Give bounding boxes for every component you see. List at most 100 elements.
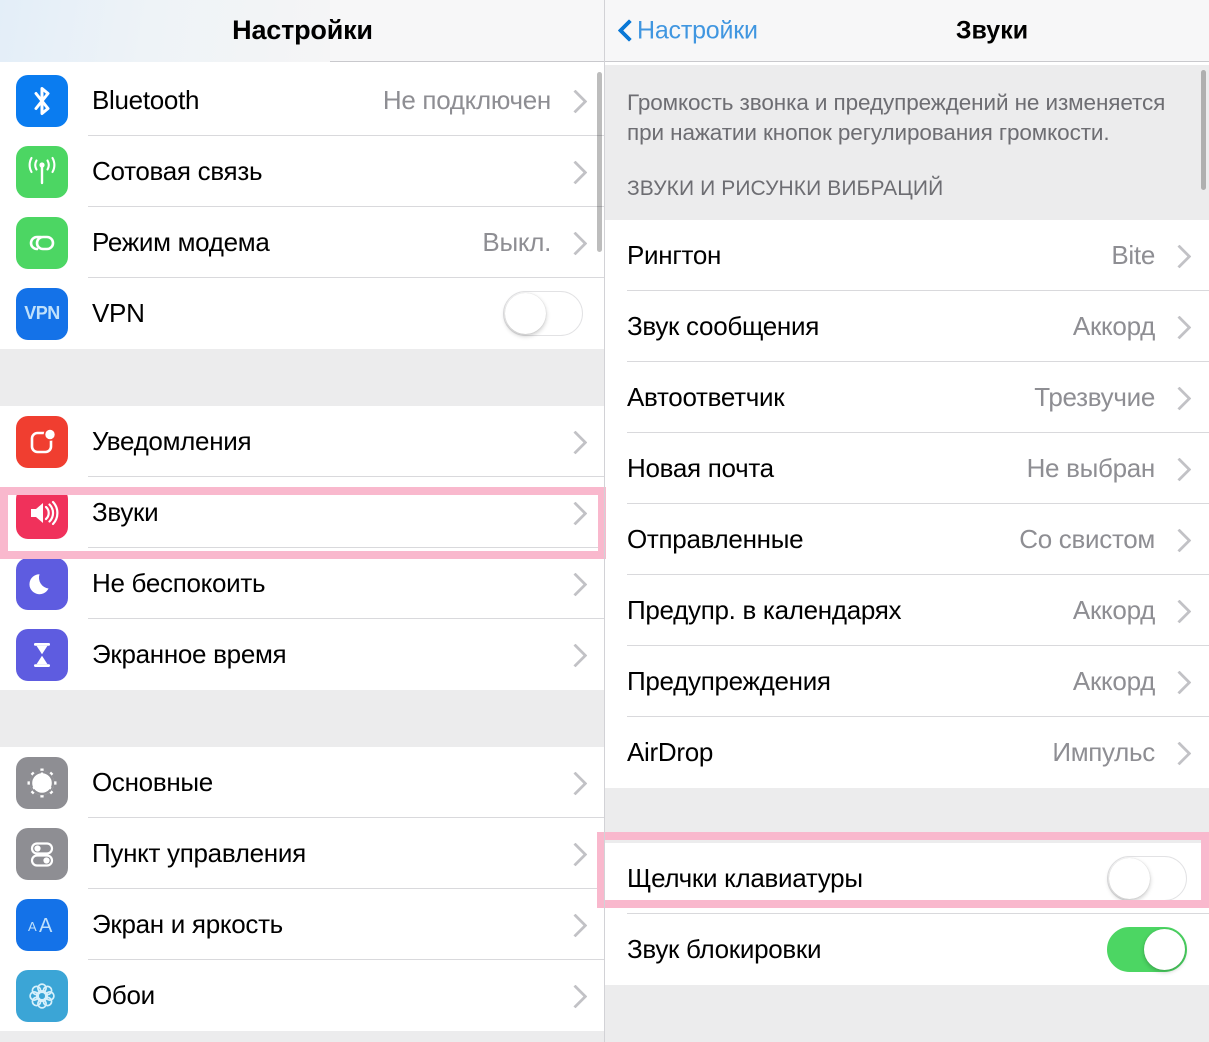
row-label: Отправленные [627, 524, 804, 555]
keyboard-clicks-toggle[interactable] [1107, 856, 1187, 902]
sounds-group: Рингтон Bite Звук сообщения Аккорд Автоо… [605, 220, 1209, 789]
row-value: Bite [1111, 240, 1155, 271]
chevron-right-icon [565, 837, 587, 871]
chevron-right-icon [565, 638, 587, 672]
sidebar-item-do-not-disturb[interactable]: Не беспокоить [0, 548, 605, 619]
svg-text:A: A [39, 915, 53, 937]
toggles-group: Щелчки клавиатуры Звук блокировки [605, 843, 1209, 986]
chevron-right-icon [1169, 239, 1191, 273]
bluetooth-icon [16, 74, 68, 127]
sidebar-item-label: Уведомления [92, 426, 252, 456]
chevron-right-icon [565, 155, 587, 189]
toggle-knob [1109, 858, 1150, 900]
sidebar-item-vpn[interactable]: VPN VPN [0, 278, 605, 349]
row-value: Аккорд [1072, 666, 1155, 697]
sidebar-item-label: Сотовая связь [92, 156, 263, 186]
toggle-knob [1144, 929, 1185, 971]
top-hairline [605, 62, 1209, 65]
control-center-icon [16, 827, 68, 880]
row-label: Предупреждения [627, 666, 831, 697]
row-label: Рингтон [627, 240, 722, 271]
setting-row-ringtone[interactable]: Рингтон Bite [605, 220, 1209, 292]
row-label: Автоответчик [627, 382, 785, 413]
sidebar-item-label: Экранное время [92, 639, 287, 669]
sidebar-item-label: Режим модема [92, 227, 270, 257]
section-gap [0, 690, 605, 747]
row-label: Звук блокировки [627, 934, 822, 965]
ios-settings-split-view: Настройки Bluetooth Не подключен Сотовая… [0, 0, 1209, 1042]
sidebar-item-general[interactable]: Основные [0, 747, 605, 818]
row-label: Новая почта [627, 453, 774, 484]
chevron-right-icon [1169, 665, 1191, 699]
display-icon: A A [16, 898, 68, 951]
detail-page-title: Звуки [955, 16, 1029, 44]
setting-row-text-tone[interactable]: Звук сообщения Аккорд [605, 291, 1209, 363]
chevron-right-icon [1169, 452, 1191, 486]
right-scrollbar[interactable] [1201, 70, 1206, 190]
sidebar-item-sounds[interactable]: Звуки [0, 477, 605, 548]
left-navbar: Настройки [0, 0, 605, 62]
vpn-toggle[interactable] [503, 291, 583, 336]
row-value: Трезвучие [1034, 382, 1155, 413]
sidebar-item-label: Звуки [92, 497, 159, 527]
moon-icon [16, 557, 68, 610]
chevron-right-icon [565, 496, 587, 530]
sidebar-item-label: Основные [92, 767, 213, 797]
settings-group-connectivity: Bluetooth Не подключен Сотовая связь Реж… [0, 65, 605, 349]
setting-row-voicemail[interactable]: Автоответчик Трезвучие [605, 362, 1209, 434]
sidebar-item-wallpaper[interactable]: Обои [0, 960, 605, 1031]
hourglass-icon [16, 628, 68, 681]
svg-text:A: A [28, 919, 37, 934]
setting-row-lock-sound[interactable]: Звук блокировки [605, 914, 1209, 986]
setting-row-keyboard-clicks[interactable]: Щелчки клавиатуры [605, 843, 1209, 915]
left-scrollbar[interactable] [597, 72, 602, 252]
section-gap [605, 788, 1209, 844]
row-value: Со свистом [1019, 524, 1155, 555]
sidebar-item-label: Экран и яркость [92, 909, 283, 939]
row-label: Звук сообщения [627, 311, 819, 342]
panel-divider [604, 0, 605, 1042]
gear-icon [16, 756, 68, 809]
sidebar-item-hotspot[interactable]: Режим модема Выкл. [0, 207, 605, 278]
sidebar-item-label: Не беспокоить [92, 568, 266, 598]
header-spacer [605, 210, 1209, 221]
sidebar-item-bluetooth[interactable]: Bluetooth Не подключен [0, 65, 605, 136]
row-value: Аккорд [1072, 595, 1155, 626]
lock-sound-toggle[interactable] [1107, 927, 1187, 973]
sidebar-item-label: Пункт управления [92, 838, 306, 868]
wallpaper-icon [16, 969, 68, 1022]
settings-list-scroll[interactable]: Bluetooth Не подключен Сотовая связь Реж… [0, 62, 605, 1042]
chevron-right-icon [1169, 381, 1191, 415]
sidebar-item-label: VPN [92, 298, 145, 328]
sounds-icon [16, 486, 68, 539]
chevron-right-icon [1169, 523, 1191, 557]
sounds-detail-panel: Настройки Звуки Громкость звонка и преду… [605, 0, 1209, 1042]
volume-note: Громкость звонка и предупреждений не изм… [605, 62, 1209, 156]
sidebar-item-control-center[interactable]: Пункт управления [0, 818, 605, 889]
sidebar-item-value: Выкл. [482, 227, 551, 257]
sidebar-item-label: Обои [92, 980, 155, 1010]
chevron-right-icon [565, 84, 587, 118]
hotspot-icon [16, 216, 68, 269]
section-header-sounds-vibration: ЗВУКИ И РИСУНКИ ВИБРАЦИЙ [605, 155, 1209, 211]
sidebar-item-cellular[interactable]: Сотовая связь [0, 136, 605, 207]
chevron-right-icon [565, 908, 587, 942]
row-label: Щелчки клавиатуры [627, 863, 863, 894]
sidebar-item-notifications[interactable]: Уведомления [0, 406, 605, 477]
sidebar-item-label: Bluetooth [92, 85, 200, 115]
settings-group-alerts: Уведомления Звуки Не беспокоить Экранное… [0, 406, 605, 690]
row-value: Не выбран [1026, 453, 1156, 484]
chevron-right-icon [565, 567, 587, 601]
setting-row-calendar-alerts[interactable]: Предупр. в календарях Аккорд [605, 575, 1209, 647]
sidebar-item-screen-time[interactable]: Экранное время [0, 619, 605, 690]
sidebar-item-display-brightness[interactable]: A A Экран и яркость [0, 889, 605, 960]
sidebar-item-value: Не подключен [382, 85, 551, 115]
setting-row-reminder-alerts[interactable]: Предупреждения Аккорд [605, 646, 1209, 718]
row-value: Импульс [1052, 737, 1155, 768]
row-value: Аккорд [1072, 311, 1155, 342]
setting-row-sent-mail[interactable]: Отправленные Со свистом [605, 504, 1209, 576]
sounds-list-scroll[interactable]: Громкость звонка и предупреждений не изм… [605, 62, 1209, 1042]
setting-row-airdrop[interactable]: AirDrop Импульс [605, 717, 1209, 789]
row-label: AirDrop [627, 737, 714, 768]
setting-row-new-mail[interactable]: Новая почта Не выбран [605, 433, 1209, 505]
